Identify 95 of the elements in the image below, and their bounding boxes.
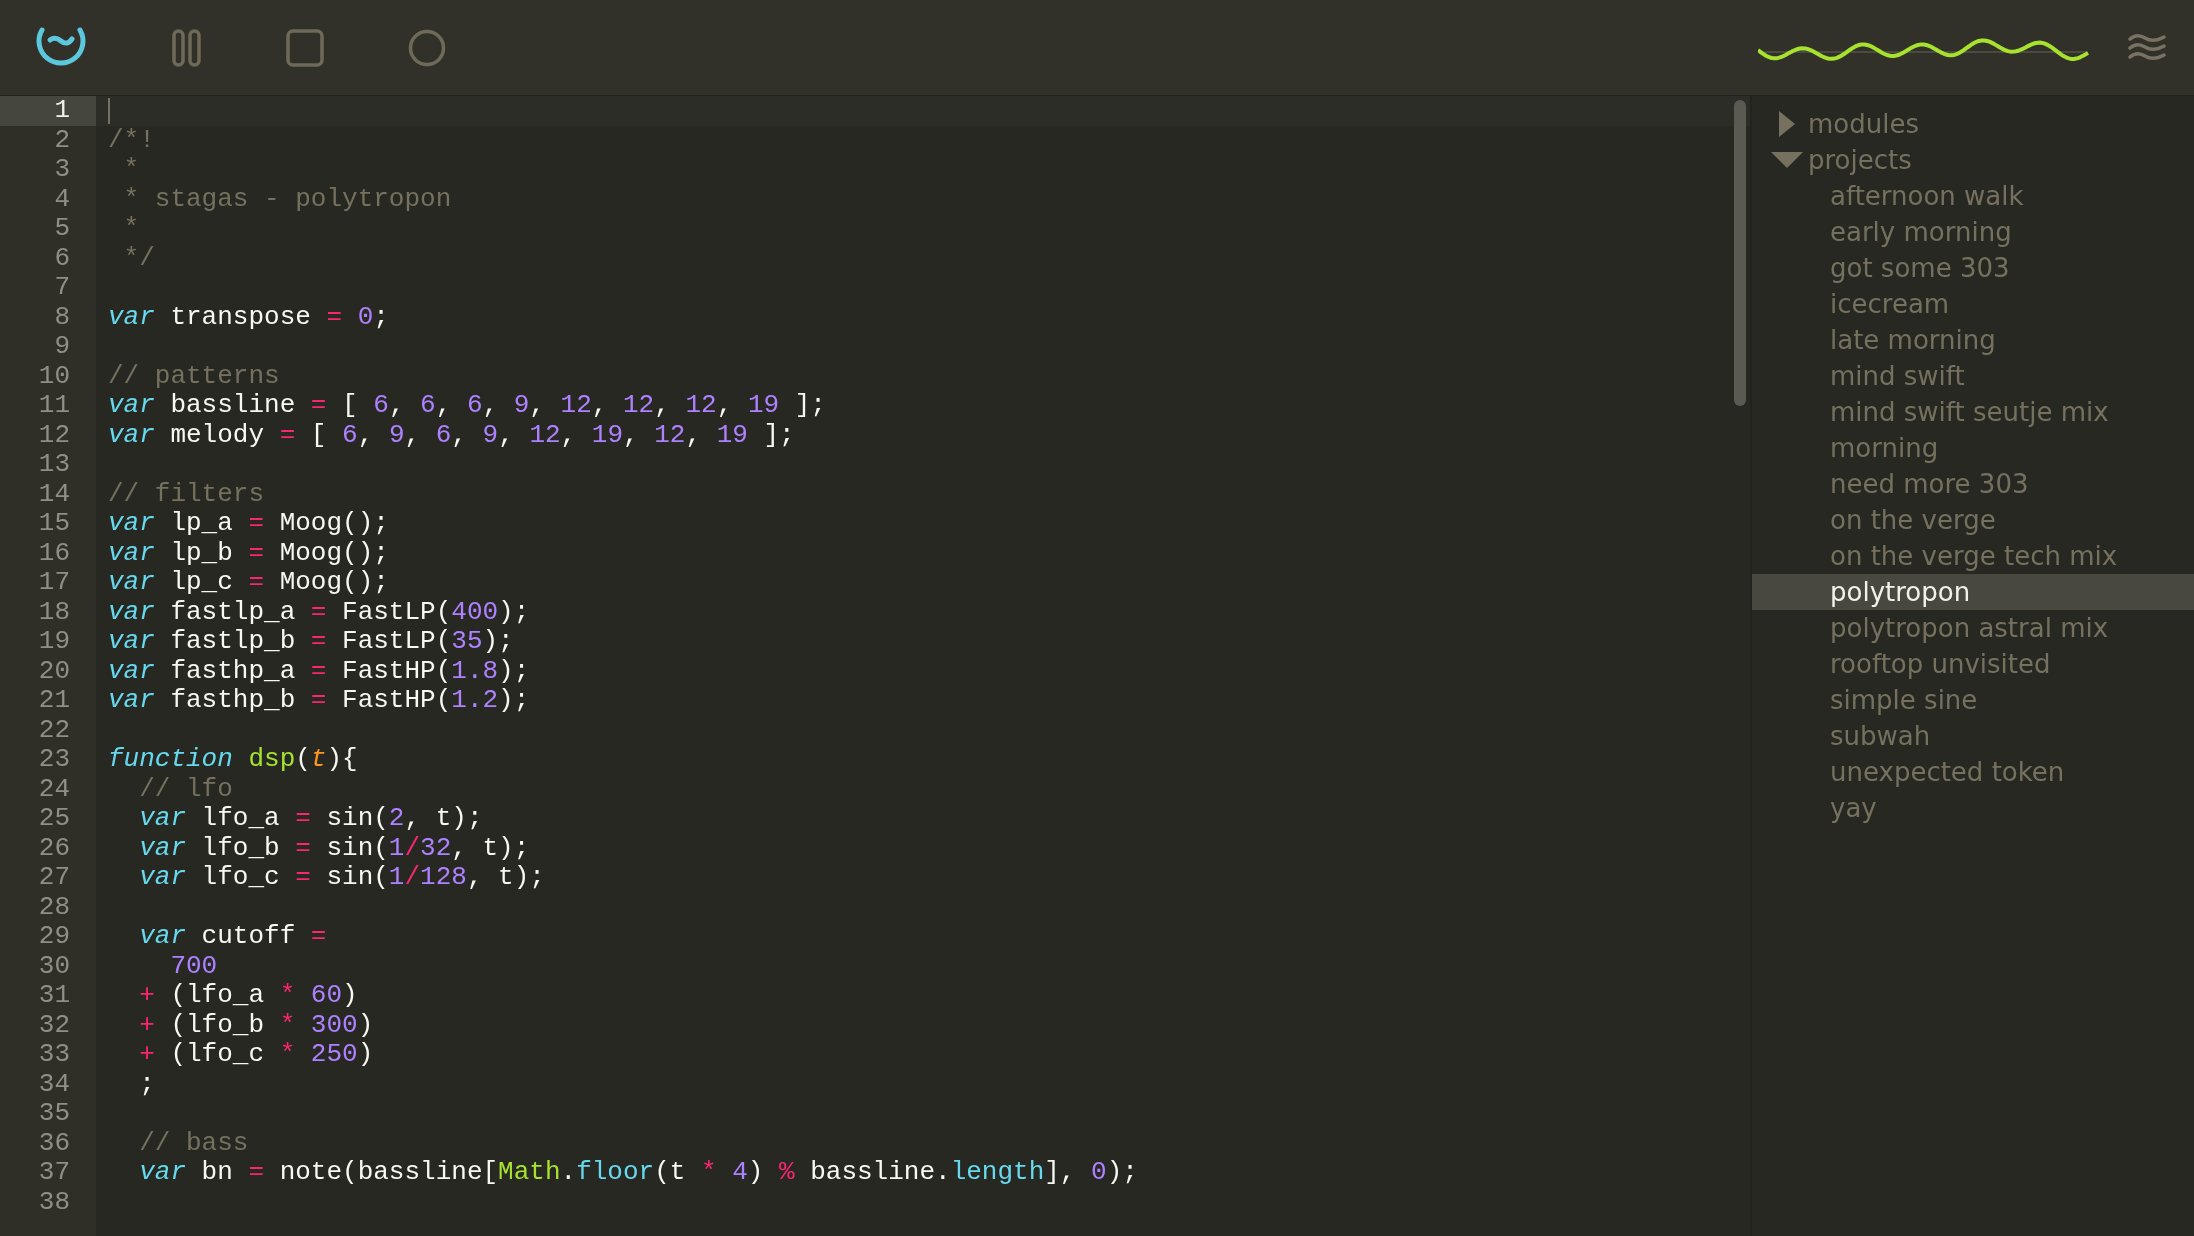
code-line: var fastlp_b = FastLP(35); <box>107 627 515 657</box>
line-number: 7 <box>53 273 71 303</box>
code-line: function dsp(t){ <box>107 745 359 775</box>
line-number: 1 <box>0 96 96 126</box>
line-number: 3 <box>53 155 71 185</box>
text-cursor <box>108 98 110 124</box>
line-number: 6 <box>53 243 71 273</box>
line-number: 18 <box>37 597 71 627</box>
line-number: 24 <box>37 774 71 804</box>
code-line: var lfo_c = sin(1/128, t); <box>138 863 546 893</box>
line-number: 26 <box>37 833 71 863</box>
stop-icon[interactable] <box>286 28 324 67</box>
code-line: var lfo_a = sin(2, t); <box>138 804 484 834</box>
line-number: 37 <box>37 1158 71 1188</box>
line-number: 33 <box>37 1040 71 1070</box>
code-line: * stagas - polytropon <box>122 184 453 214</box>
line-number: 25 <box>37 804 71 834</box>
line-number: 38 <box>37 1187 71 1217</box>
tree-item[interactable]: got some 303 <box>1826 253 2014 283</box>
line-number: 20 <box>37 656 71 686</box>
code-line: var cutoff = <box>138 922 328 952</box>
code-line: * <box>122 155 141 185</box>
code-line: // lfo <box>138 774 234 804</box>
scrollbar[interactable] <box>1734 100 1746 406</box>
tree-item[interactable]: mind swift seutje mix <box>1826 397 2113 427</box>
code-line: var fasthp_b = FastHP(1.2); <box>107 686 531 716</box>
line-number: 12 <box>37 420 71 450</box>
line-number: 30 <box>37 951 71 981</box>
line-number: 19 <box>37 627 71 657</box>
line-number: 2 <box>53 125 71 155</box>
line-number: 13 <box>37 450 71 480</box>
line-number: 23 <box>37 745 71 775</box>
tree-item[interactable]: yay <box>1826 793 1881 823</box>
code-line: var lp_b = Moog(); <box>107 538 390 568</box>
code-line: var melody = [ 6, 9, 6, 9, 12, 19, 12, 19 ]; <box>107 420 796 450</box>
line-number: 31 <box>37 981 71 1011</box>
code-line: var lp_a = Moog(); <box>107 509 390 539</box>
tree-item[interactable]: morning <box>1826 433 1943 463</box>
line-number: 10 <box>37 361 71 391</box>
code-line: var lfo_b = sin(1/32, t); <box>138 833 531 863</box>
line-number: 36 <box>37 1128 71 1158</box>
pause-icon[interactable] <box>172 28 202 67</box>
tree-item[interactable]: on the verge tech mix <box>1826 541 2122 571</box>
code-line: var fasthp_a = FastHP(1.8); <box>107 656 531 686</box>
record-icon[interactable] <box>408 28 446 67</box>
code-line: * <box>122 214 141 244</box>
line-number: 35 <box>37 1099 71 1129</box>
tree-item[interactable]: on the verge <box>1826 505 2000 535</box>
code-line: ; <box>138 1069 156 1099</box>
tree-item[interactable]: mind swift <box>1826 361 1969 391</box>
line-number: 9 <box>53 332 71 362</box>
tree-item[interactable]: simple sine <box>1826 685 1982 715</box>
line-number: 4 <box>53 184 71 214</box>
line-number: 34 <box>37 1069 71 1099</box>
code-line: + (lfo_a * 60) <box>138 981 359 1011</box>
code-line: var bn = note(bassline[Math.floor(t * 4) % bassline.length], 0); <box>138 1158 1139 1188</box>
tree-item[interactable]: need more 303 <box>1826 469 2033 499</box>
code-line: var lp_c = Moog(); <box>107 568 390 598</box>
code-line: // patterns <box>107 361 281 391</box>
line-number: 15 <box>37 509 71 539</box>
tree-item[interactable]: early morning <box>1826 217 2016 247</box>
tree-item[interactable]: afternoon walk <box>1826 181 2028 211</box>
tree-item[interactable]: polytropon astral mix <box>1826 613 2113 643</box>
line-number: 32 <box>37 1010 71 1040</box>
folder-label[interactable]: modules <box>1804 109 1923 139</box>
code-line: var transpose = 0; <box>107 302 390 332</box>
code-line: /*! <box>107 125 156 155</box>
line-number: 29 <box>37 922 71 952</box>
code-line: // filters <box>107 479 266 509</box>
code-line: + (lfo_c * 250) <box>138 1040 375 1070</box>
caret-right-icon[interactable] <box>1779 111 1795 137</box>
line-number: 27 <box>37 863 71 893</box>
code-line: */ <box>122 243 156 273</box>
tree-item[interactable]: icecream <box>1826 289 1954 319</box>
line-number: 8 <box>53 302 71 332</box>
tree-item[interactable]: rooftop unvisited <box>1826 649 2055 679</box>
line-number: 5 <box>53 214 71 244</box>
code-line: 700 <box>169 951 219 981</box>
line-number: 14 <box>37 479 71 509</box>
code-line: + (lfo_b * 300) <box>138 1010 375 1040</box>
tree-item[interactable]: subwah <box>1826 721 1935 751</box>
folder-label[interactable]: projects <box>1804 145 1916 175</box>
line-number: 22 <box>37 715 71 745</box>
caret-down-icon[interactable] <box>1771 152 1803 168</box>
line-number: 17 <box>37 568 71 598</box>
code-line: var fastlp_a = FastLP(400); <box>107 597 531 627</box>
selected-tree-item[interactable]: polytropon <box>1752 574 2194 610</box>
tree-item[interactable]: unexpected token <box>1826 757 2069 787</box>
code-line: // bass <box>138 1128 250 1158</box>
line-number: 28 <box>37 892 71 922</box>
line-number: 11 <box>37 391 71 421</box>
code-line: var bassline = [ 6, 6, 6, 9, 12, 12, 12, 19 ]; <box>107 391 827 421</box>
line-number: 16 <box>37 538 71 568</box>
tree-item[interactable]: late morning <box>1826 325 2000 355</box>
line-number: 21 <box>37 686 71 716</box>
